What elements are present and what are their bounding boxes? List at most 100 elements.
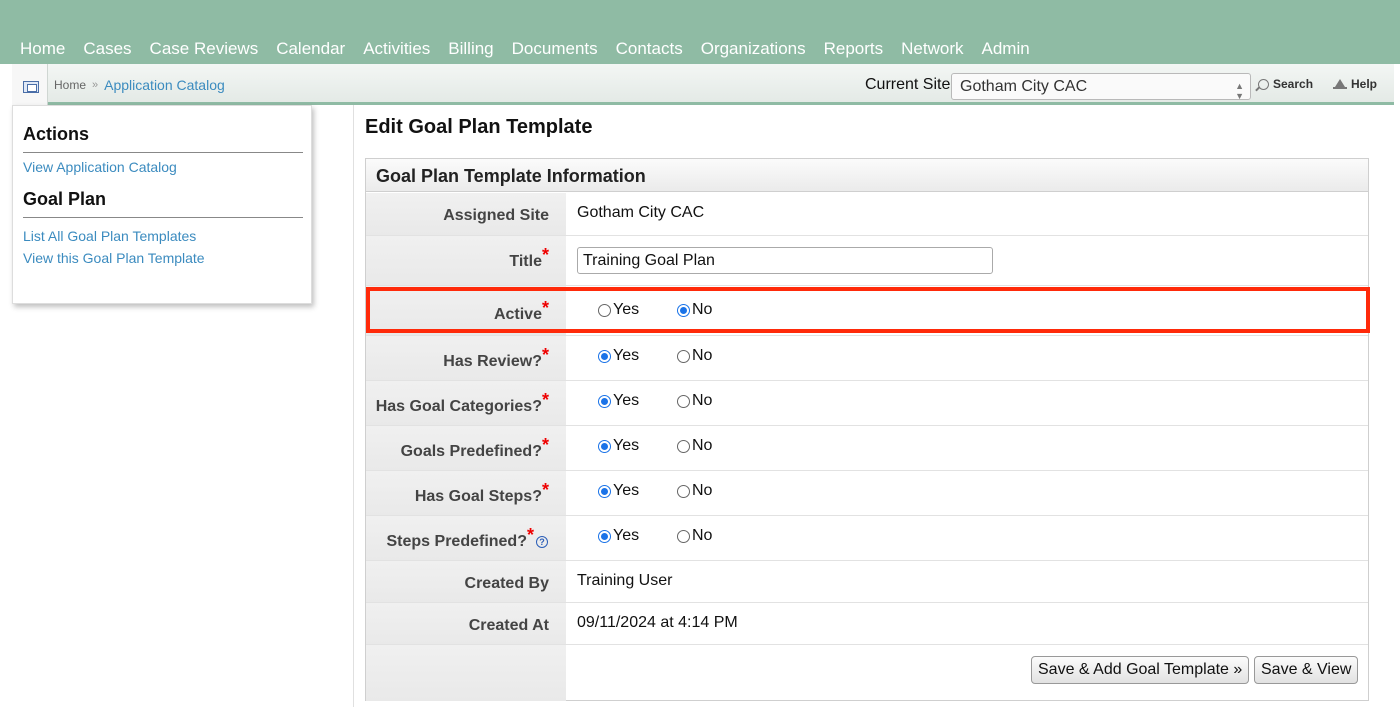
required-marker: * [541,390,549,410]
application-catalog-icon [23,81,39,93]
steps-predefined-no-radio[interactable] [677,529,690,543]
has-goal-steps-yes-option[interactable]: Yes [598,482,677,500]
nav-home[interactable]: Home [11,38,74,60]
assigned-site-row: Assigned Site Gotham City CAC [366,193,1368,236]
active-no-radio[interactable] [677,303,690,317]
required-marker: * [541,298,549,318]
has-goal-categories-no-option[interactable]: No [677,392,712,410]
question-icon[interactable]: ? [536,536,548,548]
active-yes-option[interactable]: Yes [598,301,677,319]
goals-predefined-no-radio[interactable] [677,439,690,453]
assigned-site-value: Gotham City CAC [577,204,705,221]
actions-heading: Actions [23,124,90,144]
breadcrumb-bar: Home » Application Catalog Current Site … [12,64,1394,108]
nav-contacts[interactable]: Contacts [607,38,692,60]
required-marker: * [541,245,549,265]
current-site-select[interactable]: Gotham City CAC ▲ ▼ [951,73,1251,101]
steps-predefined-label: Steps Predefined?*? [387,525,548,551]
nav-cases[interactable]: Cases [74,38,140,60]
label-cell: Active* [366,286,566,335]
has-review-yes-option[interactable]: Yes [598,347,677,365]
nav-activities[interactable]: Activities [354,38,439,60]
created-by-value: Training User [577,572,673,589]
top-navigation-bar: Home Cases Case Reviews Calendar Activit… [0,0,1400,64]
active-no-option[interactable]: No [677,301,712,319]
required-marker: * [526,525,534,545]
required-marker: * [541,435,549,455]
has-review-no-radio[interactable] [677,349,690,363]
has-goal-steps-label: Has Goal Steps?* [414,480,549,505]
nav-network[interactable]: Network [892,38,972,60]
search-link[interactable]: Search [1258,77,1313,91]
has-goal-categories-yes-option[interactable]: Yes [598,392,677,410]
goals-predefined-yes-radio[interactable] [598,439,611,453]
label-cell: Has Review?* [366,336,566,380]
title-input[interactable] [577,247,993,274]
goal-plan-heading: Goal Plan [23,189,107,209]
active-yes-radio[interactable] [598,303,611,317]
search-icon [1258,78,1269,90]
goal-plan-template-panel: Goal Plan Template Information Assigned … [365,158,1369,701]
has-goal-categories-label: Has Goal Categories?* [375,390,549,415]
has-goal-steps-no-radio[interactable] [677,484,690,498]
title-row: Title* [366,236,1368,286]
help-label: Help [1351,77,1378,91]
current-site-label: Current Site [865,76,951,93]
help-link[interactable]: Help [1333,77,1377,91]
created-at-value: 09/11/2024 at 4:14 PM [577,614,738,631]
nav-calendar[interactable]: Calendar [267,38,354,60]
help-icon [1333,79,1347,89]
label-cell: Has Goal Steps?* [366,471,566,515]
has-review-yes-radio[interactable] [598,349,611,363]
list-goal-plan-templates-link[interactable]: List All Goal Plan Templates [23,228,196,244]
created-at-row: Created At 09/11/2024 at 4:14 PM [366,603,1368,645]
has-review-row: Has Review?* Yes No [366,336,1368,381]
steps-predefined-yes-radio[interactable] [598,529,611,543]
view-application-catalog-link[interactable]: View Application Catalog [23,159,177,175]
breadcrumb: Home » Application Catalog [54,77,225,93]
steps-predefined-row: Steps Predefined?*? Yes No [366,516,1368,561]
has-goal-categories-yes-radio[interactable] [598,394,611,408]
divider [23,217,303,218]
goals-predefined-row: Goals Predefined?* Yes No [366,426,1368,471]
active-label: Active* [493,298,549,323]
steps-predefined-no-option[interactable]: No [677,527,712,545]
nav-organizations[interactable]: Organizations [692,38,815,60]
breadcrumb-application-catalog[interactable]: Application Catalog [104,77,225,93]
required-marker: * [541,480,549,500]
has-review-no-option[interactable]: No [677,347,712,365]
active-radio-group: Yes No [598,301,712,319]
has-goal-categories-no-radio[interactable] [677,394,690,408]
has-review-label: Has Review?* [443,345,549,370]
created-by-label: Created By [464,575,549,592]
current-site-value: Gotham City CAC [960,78,1088,95]
created-at-label: Created At [468,617,549,634]
goals-predefined-yes-option[interactable]: Yes [598,437,677,455]
nav-billing[interactable]: Billing [439,38,502,60]
save-add-goal-template-button[interactable]: Save & Add Goal Template » [1031,656,1250,684]
sidebar: Actions View Application Catalog Goal Pl… [12,105,312,304]
view-goal-plan-template-link[interactable]: View this Goal Plan Template [23,250,205,266]
required-marker: * [541,345,549,365]
goals-predefined-no-option[interactable]: No [677,437,712,455]
breadcrumb-home[interactable]: Home [54,78,86,92]
label-cell: Title* [366,236,566,285]
app-icon-tab[interactable] [12,64,48,108]
nav-documents[interactable]: Documents [503,38,607,60]
divider [23,152,303,153]
has-goal-categories-row: Has Goal Categories?* Yes No [366,381,1368,426]
label-cell: Created By [366,561,566,602]
goals-predefined-radio-group: Yes No [598,437,712,455]
search-label: Search [1273,77,1314,91]
created-by-row: Created By Training User [366,561,1368,603]
nav-reports[interactable]: Reports [815,38,893,60]
nav-admin[interactable]: Admin [973,38,1039,60]
has-goal-categories-radio-group: Yes No [598,392,712,410]
label-cell [366,645,566,701]
has-goal-steps-yes-radio[interactable] [598,484,611,498]
label-cell: Assigned Site [366,193,566,235]
steps-predefined-yes-option[interactable]: Yes [598,527,677,545]
nav-case-reviews[interactable]: Case Reviews [141,38,268,60]
save-view-button[interactable]: Save & View [1254,656,1359,684]
has-goal-steps-no-option[interactable]: No [677,482,712,500]
